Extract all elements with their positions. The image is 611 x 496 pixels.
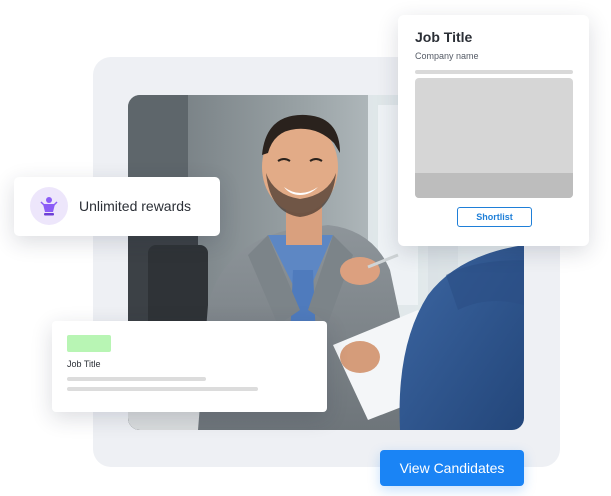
company-name: Company name bbox=[415, 51, 479, 61]
placeholder-line bbox=[67, 387, 258, 391]
shortlist-button[interactable]: Shortlist bbox=[457, 207, 532, 227]
image-caption-bar bbox=[415, 173, 573, 198]
placeholder-line bbox=[415, 70, 573, 74]
job-title: Job Title bbox=[415, 29, 473, 45]
job-card: Job Title Company name Shortlist bbox=[398, 15, 589, 246]
placeholder-line bbox=[67, 377, 206, 381]
view-candidates-button[interactable]: View Candidates bbox=[380, 450, 524, 486]
job-image-placeholder bbox=[415, 78, 573, 198]
reward-emblem-icon bbox=[40, 197, 58, 216]
rewards-label: Unlimited rewards bbox=[79, 198, 192, 214]
small-job-card: Job Title bbox=[52, 321, 327, 412]
status-tag bbox=[67, 335, 111, 352]
reward-badge bbox=[30, 187, 68, 225]
small-job-title: Job Title bbox=[67, 359, 101, 369]
rewards-card: Unlimited rewards bbox=[14, 177, 220, 236]
